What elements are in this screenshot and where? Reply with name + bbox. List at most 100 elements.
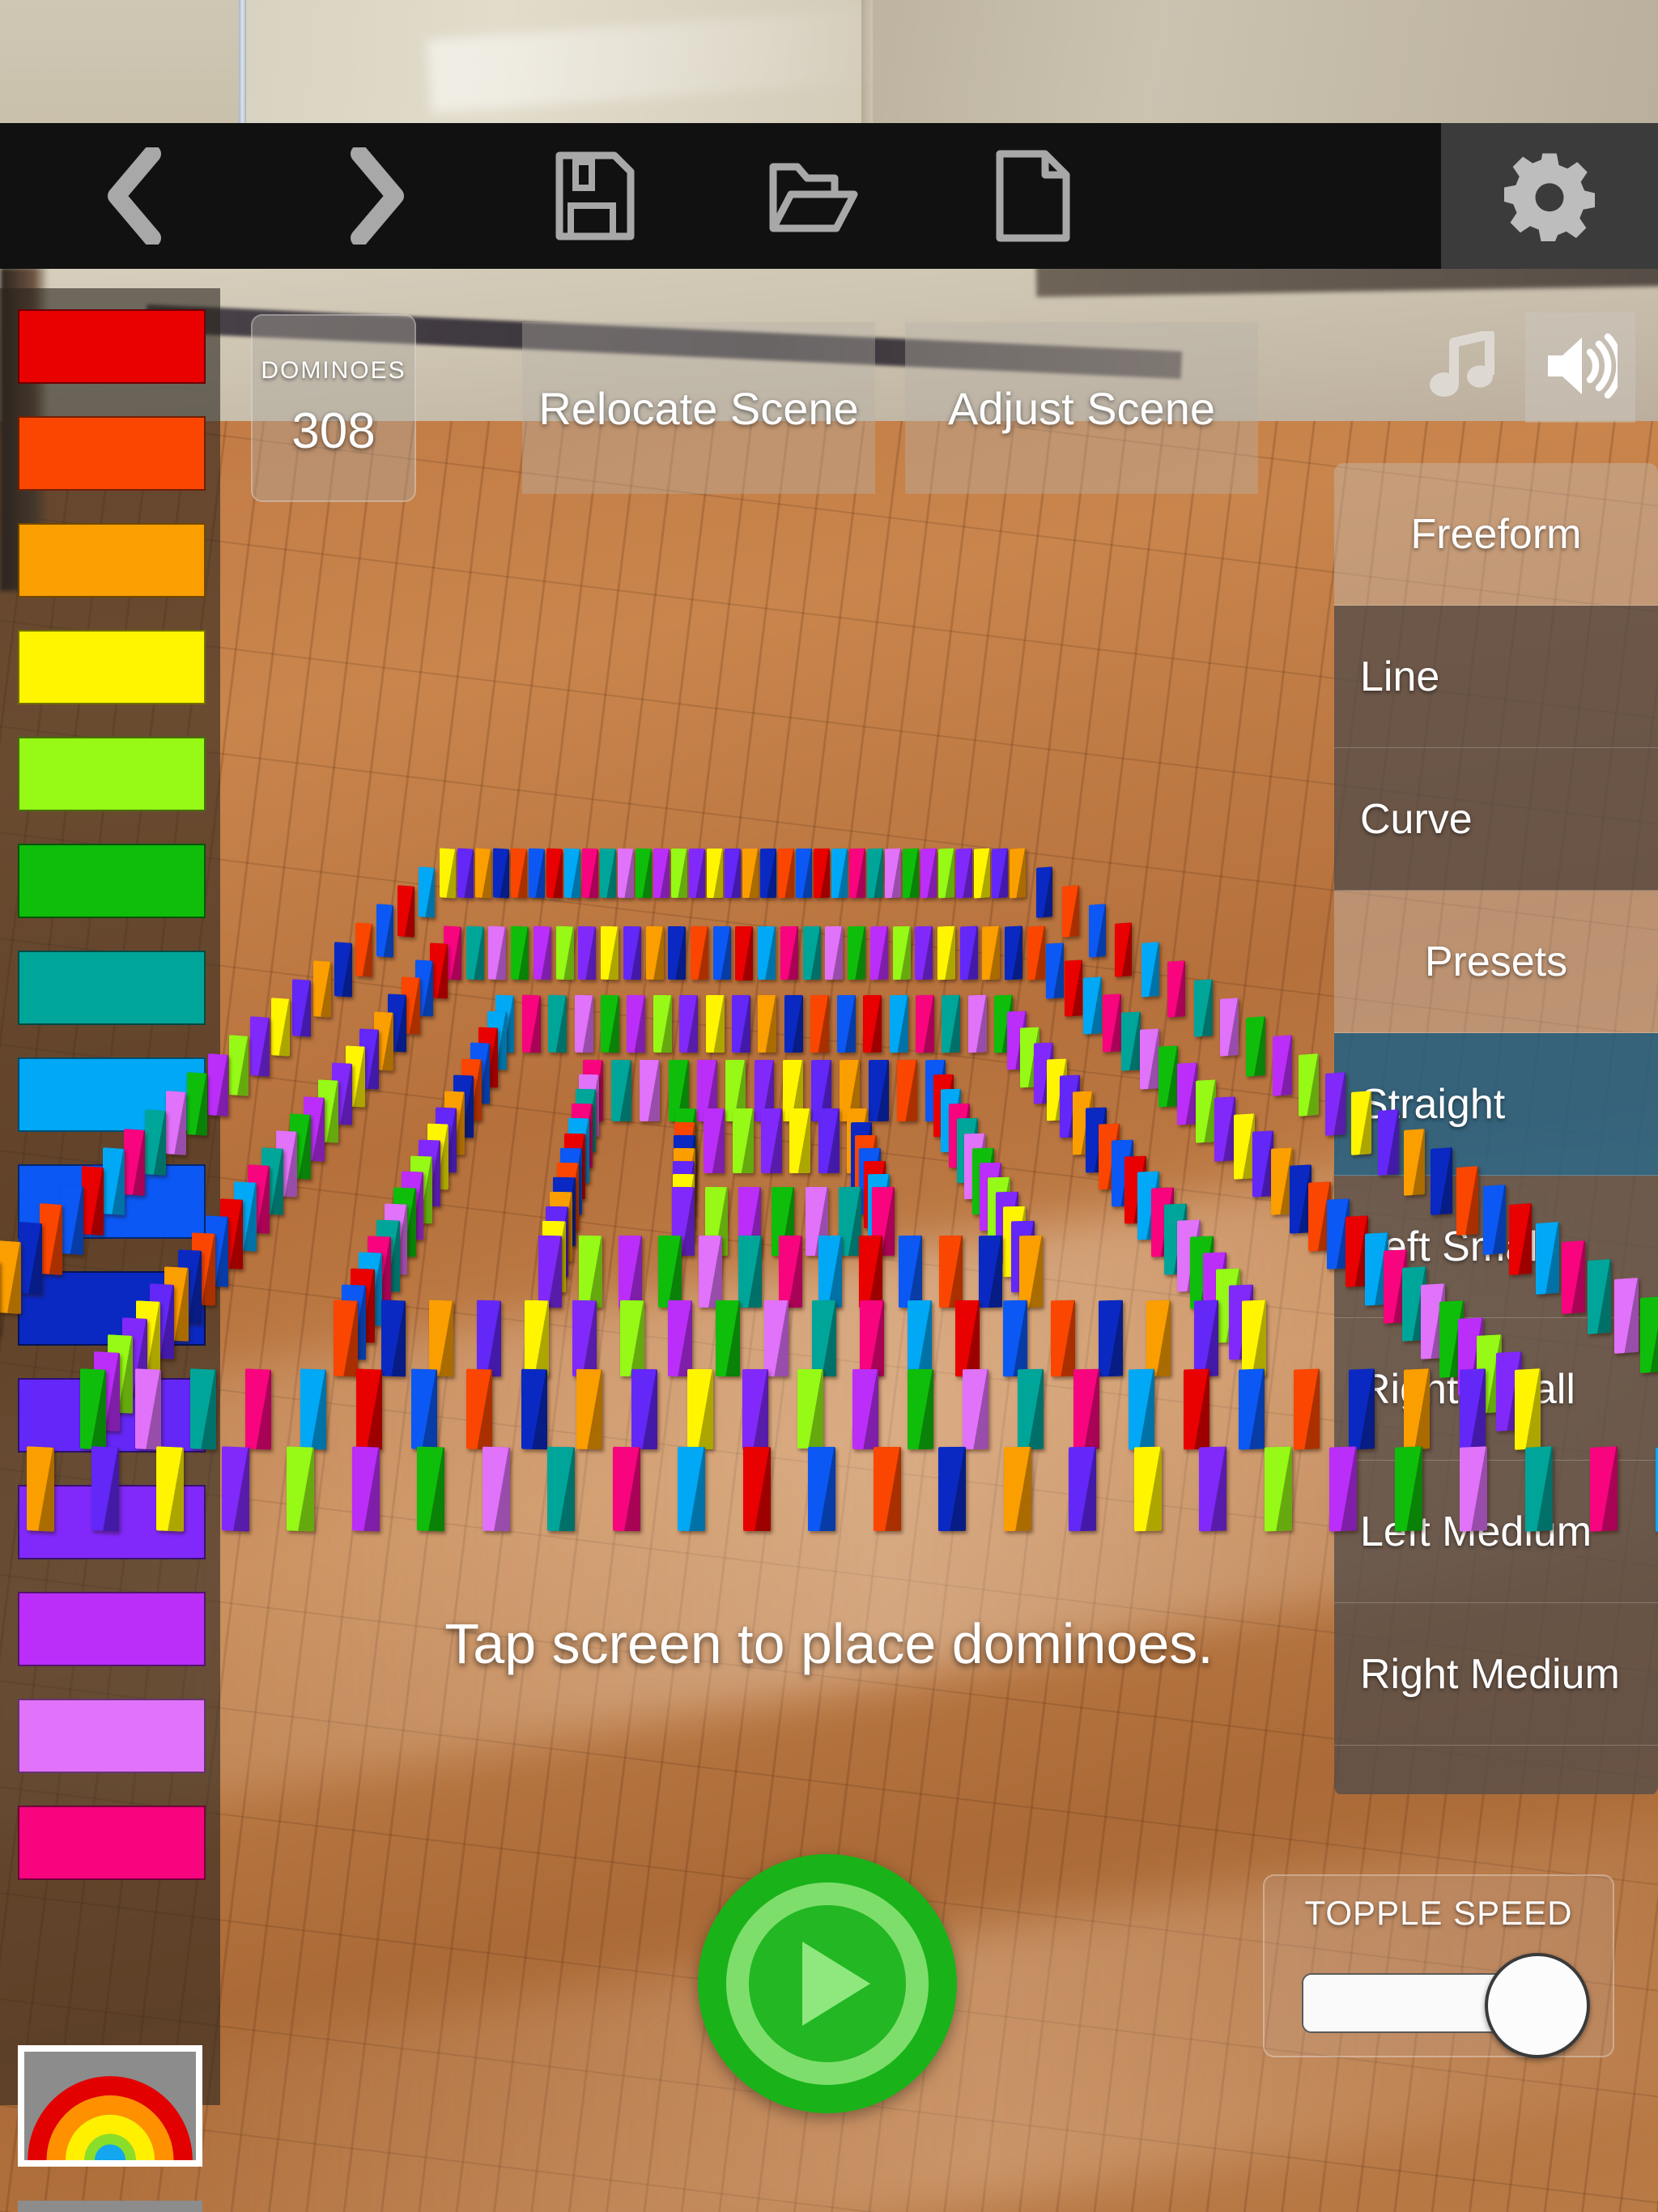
domino <box>1120 1010 1141 1071</box>
domino <box>380 1300 406 1377</box>
domino <box>635 848 652 898</box>
shape-menu-item-partial[interactable] <box>1334 1746 1658 1794</box>
domino <box>1272 1035 1292 1097</box>
domino <box>712 926 731 981</box>
sound-toggle-button[interactable] <box>1525 313 1635 423</box>
domino <box>1404 1128 1426 1196</box>
domino <box>334 941 352 998</box>
domino <box>1102 993 1121 1053</box>
domino <box>1456 1165 1479 1236</box>
domino <box>1050 1300 1076 1377</box>
domino <box>1640 1296 1658 1374</box>
domino <box>859 1300 884 1377</box>
domino <box>1018 1368 1044 1449</box>
domino <box>439 848 456 899</box>
adjust-scene-button[interactable]: Adjust Scene <box>905 322 1258 494</box>
color-swatch-light-magenta[interactable] <box>18 1699 206 1773</box>
music-toggle-button[interactable] <box>1420 324 1507 411</box>
domino <box>937 925 955 981</box>
shape-menu-item-label: Line <box>1360 653 1440 700</box>
color-swatch-yellow[interactable] <box>18 630 206 704</box>
domino <box>156 1446 185 1533</box>
domino <box>1535 1222 1559 1295</box>
new-document-button[interactable] <box>923 123 1141 269</box>
domino <box>760 1108 782 1173</box>
domino <box>915 926 933 981</box>
domino <box>0 1240 21 1315</box>
domino <box>576 1368 603 1449</box>
domino <box>1404 1368 1431 1450</box>
topple-speed-label: TOPPLE SPEED <box>1304 1894 1573 1932</box>
domino <box>982 925 1000 981</box>
domino <box>18 1222 42 1295</box>
relocate-scene-button[interactable]: Relocate Scene <box>522 322 875 494</box>
domino <box>599 848 616 898</box>
domino <box>521 994 541 1053</box>
domino <box>1509 1202 1533 1275</box>
domino <box>1065 959 1083 1017</box>
shape-menu-item-curve[interactable]: Curve <box>1334 748 1658 891</box>
domino <box>333 1300 359 1377</box>
domino <box>873 1447 901 1532</box>
domino <box>60 1184 83 1255</box>
domino <box>1351 1091 1372 1156</box>
domino <box>908 1368 934 1449</box>
color-swatch-pink[interactable] <box>18 1806 206 1880</box>
domino <box>1299 1053 1319 1117</box>
domino <box>698 1235 722 1308</box>
open-button[interactable] <box>704 123 923 269</box>
topple-speed-knob[interactable] <box>1485 1953 1591 2058</box>
domino <box>623 926 641 981</box>
color-swatch-orange[interactable] <box>18 523 206 598</box>
domino <box>1524 1446 1553 1533</box>
domino <box>688 848 705 898</box>
domino <box>1561 1240 1585 1315</box>
domino <box>521 1368 547 1449</box>
domino <box>1294 1368 1320 1449</box>
back-button[interactable] <box>0 123 267 269</box>
shape-menu-item-freeform[interactable]: Freeform <box>1334 463 1658 606</box>
shuffle-colors-button[interactable] <box>18 2201 202 2212</box>
color-swatch-green[interactable] <box>18 844 206 918</box>
domino <box>228 1035 249 1097</box>
domino <box>510 848 527 899</box>
color-swatch-teal[interactable] <box>18 951 206 1025</box>
play-triangle <box>802 1942 870 2026</box>
settings-button[interactable] <box>1441 123 1658 269</box>
domino <box>1459 1368 1486 1450</box>
save-button[interactable] <box>486 123 704 269</box>
play-button[interactable] <box>698 1854 957 2113</box>
domino <box>477 1300 502 1377</box>
shape-menu-item-line[interactable]: Line <box>1334 606 1658 748</box>
domino <box>270 997 290 1057</box>
domino <box>291 978 311 1037</box>
domino <box>732 994 751 1053</box>
color-swatch-yellow-green[interactable] <box>18 737 206 811</box>
save-floppy-icon <box>553 151 637 241</box>
domino <box>165 1091 186 1156</box>
gear-icon <box>1504 151 1595 241</box>
dominoes-counter-value: 308 <box>291 402 376 459</box>
domino <box>763 1300 789 1377</box>
domino <box>679 994 699 1053</box>
domino <box>601 926 619 981</box>
domino <box>810 994 830 1053</box>
domino <box>742 1447 771 1532</box>
domino <box>611 1059 631 1122</box>
domino <box>796 848 812 898</box>
domino <box>300 1368 327 1449</box>
shape-menu-item-presets[interactable]: Presets <box>1334 891 1658 1033</box>
domino <box>778 1236 802 1308</box>
rainbow-mode-button[interactable] <box>18 2045 202 2167</box>
color-swatch-red[interactable] <box>18 309 206 384</box>
domino <box>1514 1368 1541 1450</box>
domino <box>1590 1446 1618 1533</box>
forward-button[interactable] <box>267 123 486 269</box>
domino <box>578 926 596 981</box>
speaker-on-icon <box>1543 333 1623 403</box>
domino <box>1139 1027 1159 1089</box>
domino <box>1128 1368 1154 1449</box>
adjust-scene-label: Adjust Scene <box>948 382 1215 434</box>
domino <box>889 994 908 1053</box>
color-swatch-orange-red[interactable] <box>18 416 206 491</box>
